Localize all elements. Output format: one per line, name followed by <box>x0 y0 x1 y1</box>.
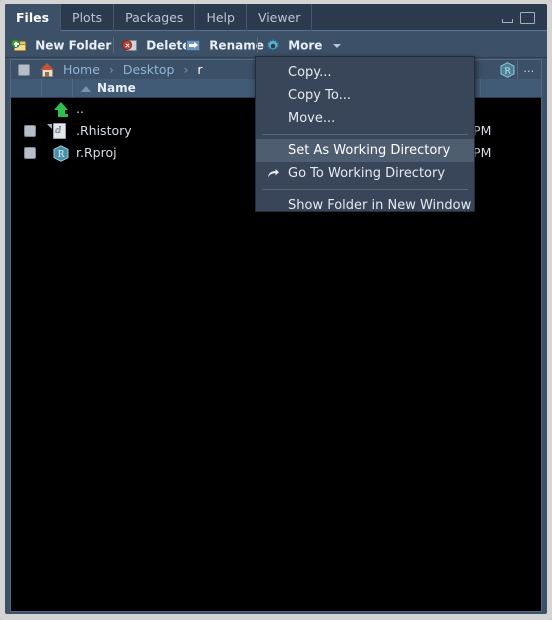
new-folder-button[interactable]: New Folder <box>11 32 111 58</box>
toolbar-separator-2 <box>257 37 258 53</box>
file-name[interactable]: .. <box>76 98 84 120</box>
more-dropdown-menu[interactable]: Copy... Copy To... Move... Set As Workin… <box>255 56 475 213</box>
rproject-badge-icon: R <box>500 62 515 78</box>
breadcrumb: Home › Desktop › r <box>63 60 203 80</box>
goto-arrow-icon <box>267 168 280 179</box>
tab-files[interactable]: Files <box>5 4 62 31</box>
breadcrumb-separator-2: › <box>183 62 189 77</box>
svg-text:R: R <box>58 150 65 160</box>
column-header-name-label: Name <box>97 81 136 95</box>
new-folder-label: New Folder <box>35 38 112 53</box>
document-icon: ⅆ <box>47 123 70 140</box>
tab-viewer[interactable]: Viewer <box>247 4 313 31</box>
up-arrow-icon <box>53 101 70 118</box>
rstudio-files-pane-window: Files Plots Packages Help Viewer New Fol… <box>0 0 552 620</box>
menu-separator-1 <box>262 134 468 135</box>
window-inner: Files Plots Packages Help Viewer New Fol… <box>5 4 547 614</box>
svg-text:R: R <box>504 66 511 76</box>
files-toolbar: New Folder Delete Rename More <box>5 32 547 79</box>
tab-help[interactable]: Help <box>195 4 247 31</box>
row-checkbox[interactable] <box>24 125 36 137</box>
maximize-icon[interactable] <box>520 12 535 24</box>
menu-item-set-as-working-directory[interactable]: Set As Working Directory <box>256 139 474 162</box>
file-name[interactable]: r.Rproj <box>76 142 117 164</box>
minimize-icon[interactable] <box>502 19 513 23</box>
breadcrumb-item-current[interactable]: r <box>197 62 202 77</box>
column-header-modified[interactable] <box>481 79 543 97</box>
rproject-icon: R <box>53 145 70 162</box>
toolbar-separator-1 <box>113 37 114 53</box>
rename-icon <box>186 39 201 52</box>
column-header-icon <box>42 79 73 97</box>
menu-item-copy[interactable]: Copy... <box>256 61 474 84</box>
breadcrumb-separator-1: › <box>108 62 114 77</box>
breadcrumb-item-home[interactable]: Home <box>63 62 100 77</box>
delete-icon <box>122 39 138 52</box>
tab-packages[interactable]: Packages <box>114 4 196 31</box>
menu-item-go-to-working-directory-label: Go To Working Directory <box>288 166 446 181</box>
more-button[interactable]: More <box>266 32 341 58</box>
menu-item-copy-to[interactable]: Copy To... <box>256 84 474 107</box>
menu-separator-2 <box>262 189 468 190</box>
breadcrumb-more-button[interactable]: … <box>517 60 541 80</box>
new-folder-icon <box>11 39 27 52</box>
select-all-checkbox[interactable] <box>18 64 30 76</box>
rename-label: Rename <box>209 38 264 53</box>
menu-item-go-to-working-directory[interactable]: Go To Working Directory <box>256 162 474 185</box>
menu-item-show-folder-in-new-window[interactable]: Show Folder in New Window <box>256 194 474 217</box>
tab-help-label: Help <box>206 10 235 25</box>
tab-files-label: Files <box>16 10 50 25</box>
breadcrumb-item-desktop[interactable]: Desktop <box>123 62 175 77</box>
row-checkbox[interactable] <box>24 147 36 159</box>
chevron-down-icon <box>332 43 341 48</box>
more-label: More <box>288 38 323 53</box>
window-controls <box>502 10 542 26</box>
tab-viewer-label: Viewer <box>257 10 301 25</box>
pane-tab-strip: Files Plots Packages Help Viewer <box>5 4 547 31</box>
delete-label: Delete <box>146 38 191 53</box>
rename-button[interactable]: Rename <box>186 32 264 58</box>
delete-button[interactable]: Delete <box>122 32 190 58</box>
menu-item-move[interactable]: Move... <box>256 107 474 130</box>
gear-icon <box>266 38 280 53</box>
file-name[interactable]: .Rhistory <box>76 120 132 142</box>
sort-ascending-icon <box>81 85 91 92</box>
tab-packages-label: Packages <box>125 10 184 25</box>
tab-plots-label: Plots <box>72 10 103 25</box>
tab-plots[interactable]: Plots <box>61 4 115 31</box>
home-icon[interactable] <box>40 63 55 77</box>
column-header-checkbox <box>11 79 42 97</box>
